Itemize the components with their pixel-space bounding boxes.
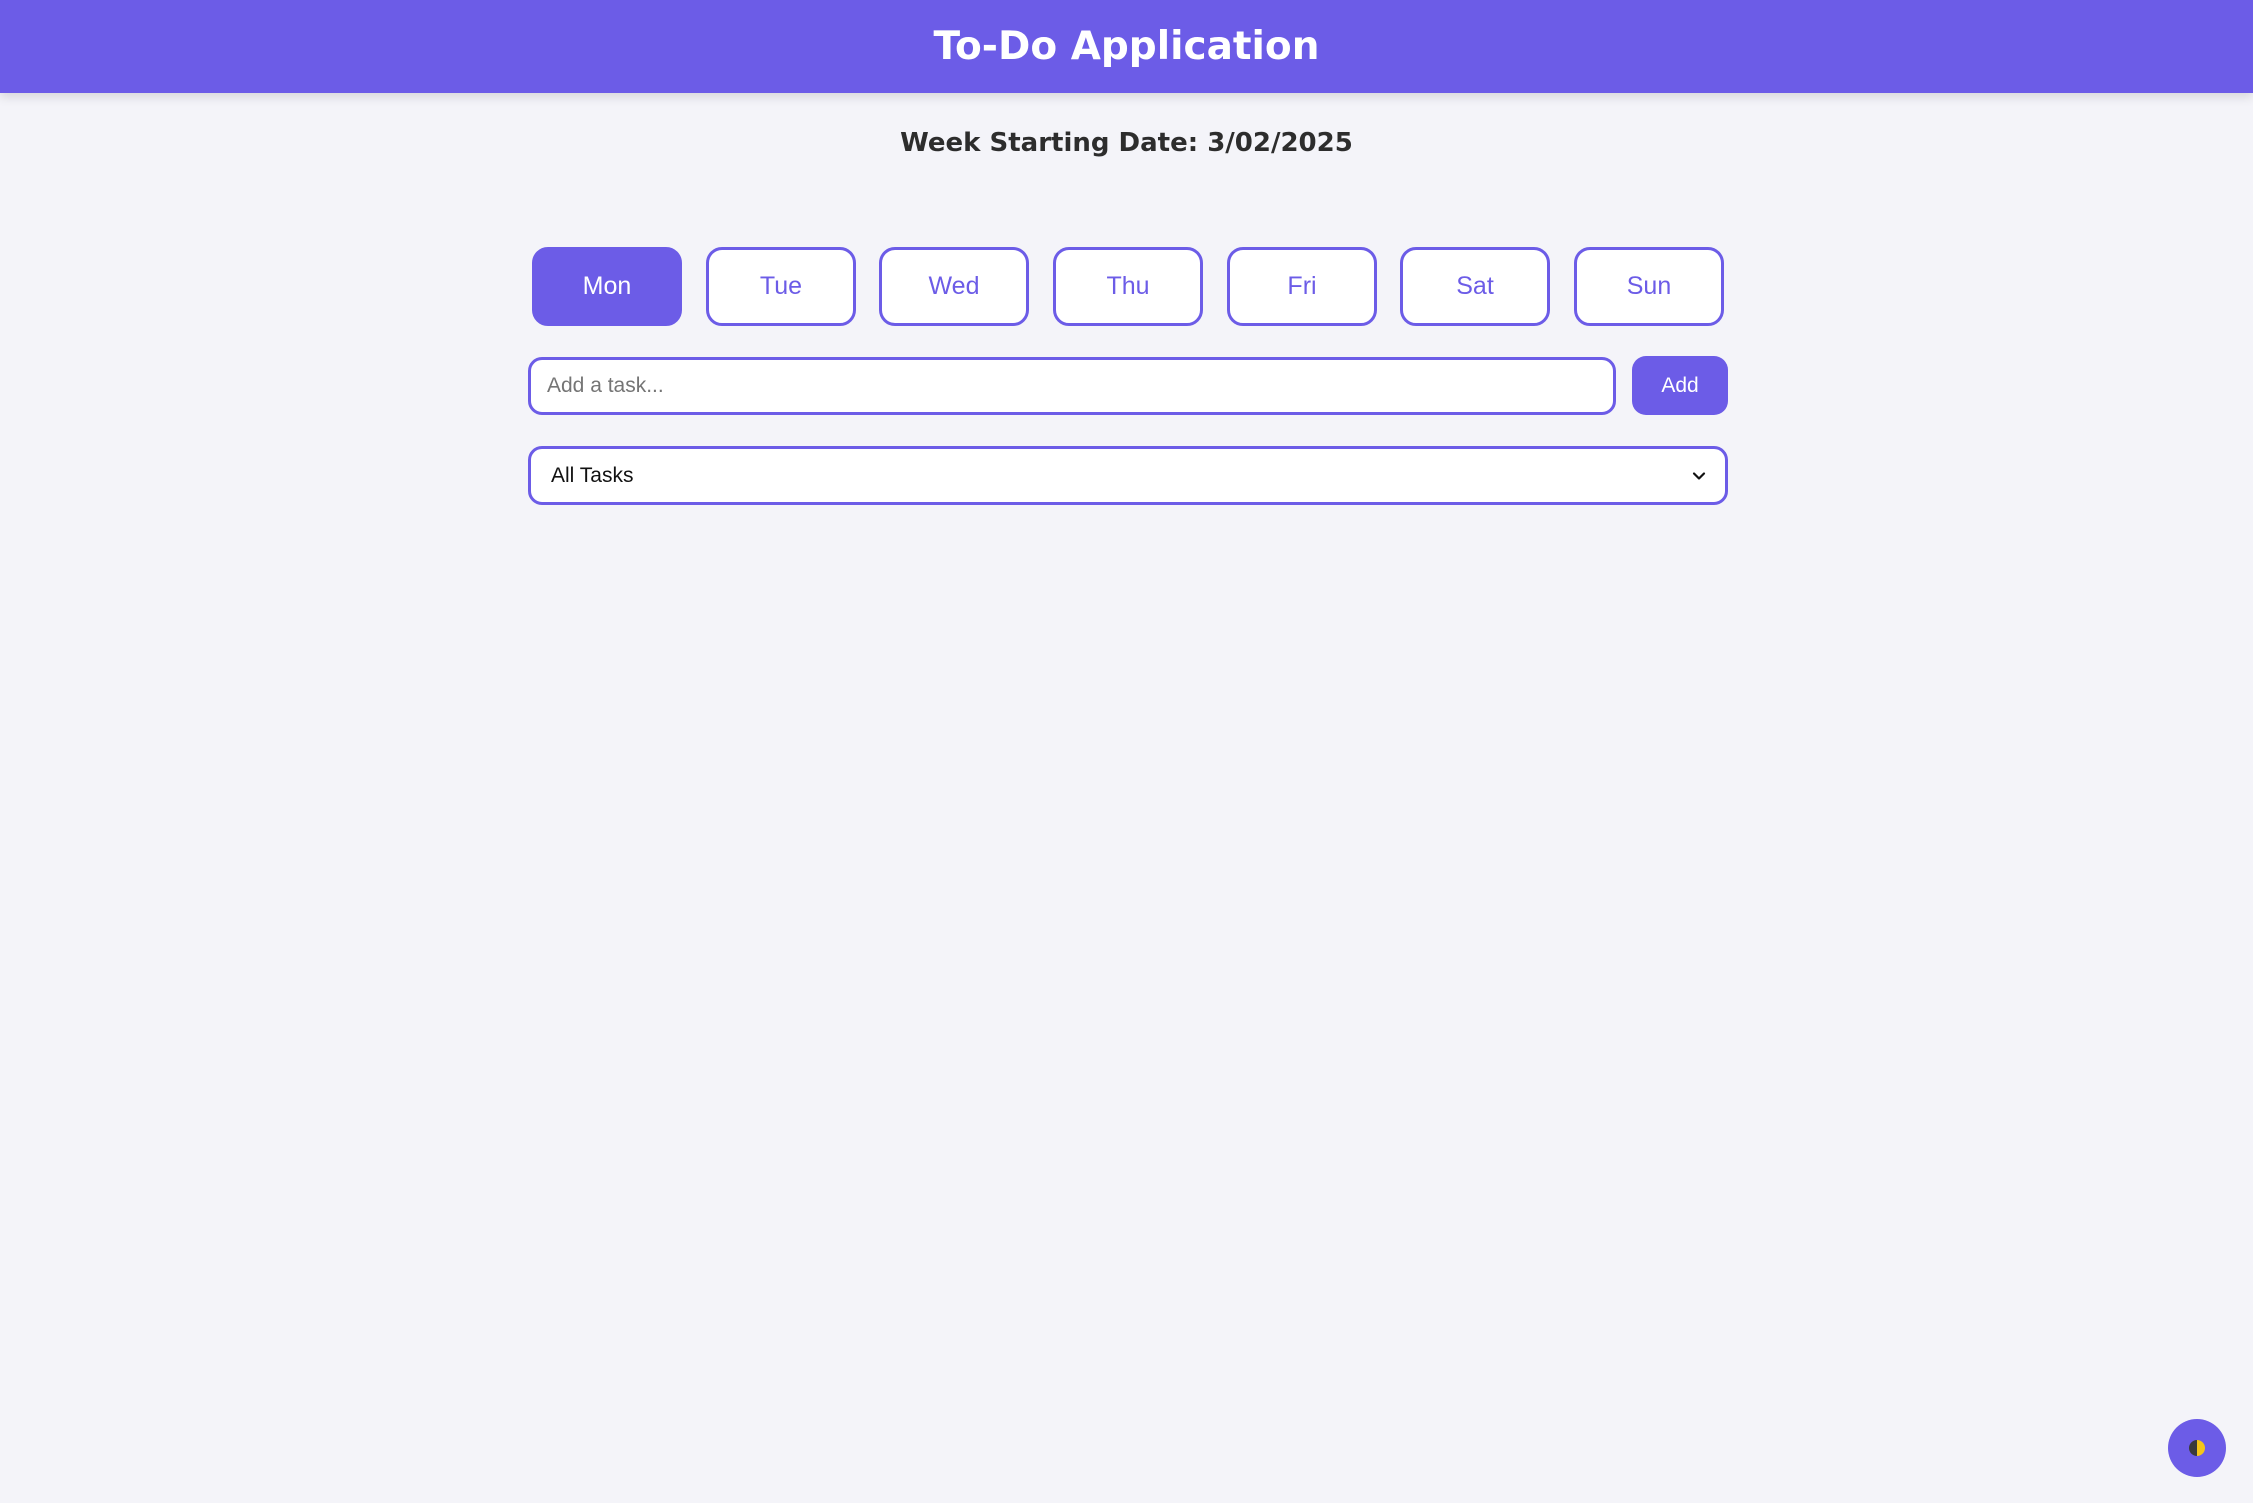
half-circle-contrast-icon [2189,1440,2205,1456]
day-button-sun[interactable]: Sun [1574,247,1724,326]
app-title: To-Do Application [933,24,1320,69]
theme-toggle-button[interactable] [2168,1419,2226,1477]
day-button-thu[interactable]: Thu [1053,247,1203,326]
app-header: To-Do Application [0,0,2253,93]
day-button-tue[interactable]: Tue [706,247,856,326]
day-button-sat[interactable]: Sat [1400,247,1550,326]
day-button-mon[interactable]: Mon [532,247,682,326]
day-selector: Mon Tue Wed Thu Fri Sat Sun [532,247,1724,326]
day-button-fri[interactable]: Fri [1227,247,1377,326]
add-task-input[interactable] [528,357,1616,415]
task-filter-select[interactable]: All Tasks [528,446,1728,505]
day-button-wed[interactable]: Wed [879,247,1029,326]
week-starting-date: Week Starting Date: 3/02/2025 [900,128,1353,158]
chevron-down-icon [1692,471,1706,480]
task-filter-value: All Tasks [551,463,634,487]
add-task-button[interactable]: Add [1632,356,1728,415]
